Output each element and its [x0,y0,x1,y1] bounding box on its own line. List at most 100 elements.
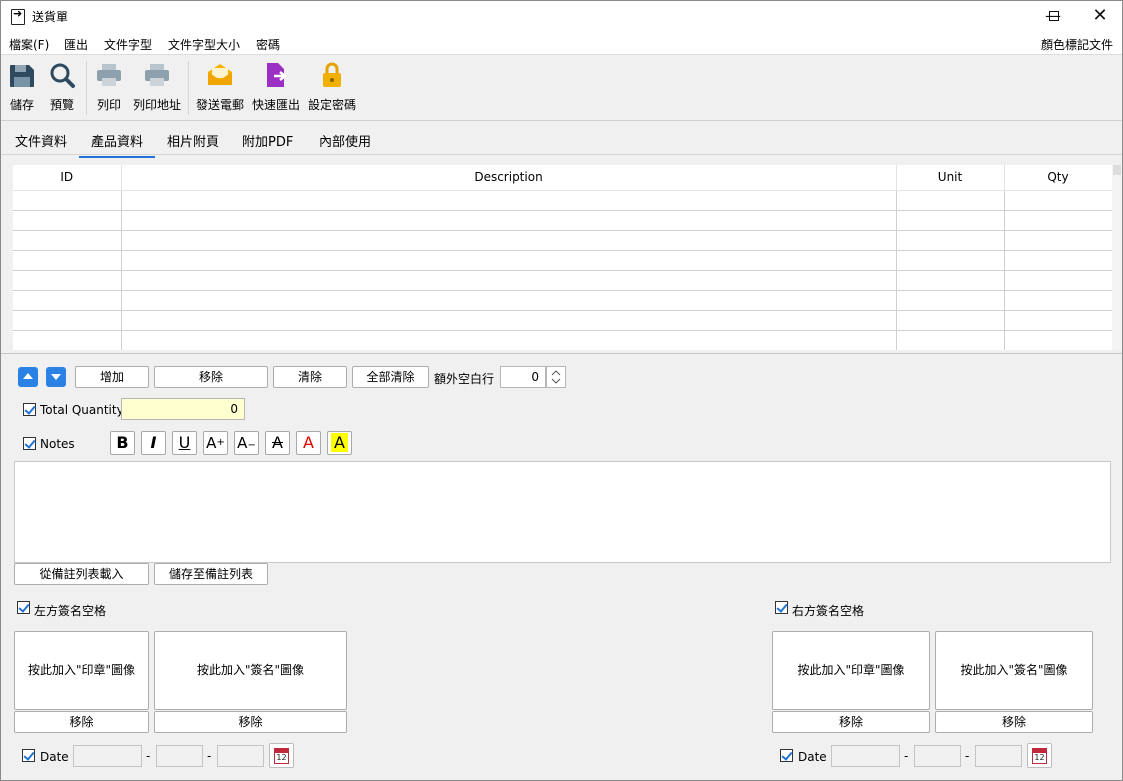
preview-label: 預覽 [49,98,74,112]
left-stamp-image-button[interactable]: 按此加入"印章"圖像 [14,631,149,710]
print-address-label: 列印地址 [132,98,181,112]
right-date-year-field[interactable] [831,745,900,767]
left-stamp-remove-button[interactable]: 移除 [14,711,149,733]
left-calendar-button[interactable]: 12 [269,743,294,768]
close-icon[interactable]: ✕ [1077,1,1123,32]
title-bar: 送貨單 — ✕ [1,1,1122,32]
clear-row-button[interactable]: 清除 [273,366,347,388]
table-row[interactable] [13,230,1112,251]
font-larger-icon[interactable]: A+ [203,431,228,455]
add-row-button[interactable]: 增加 [75,366,149,388]
left-signature-label: 左方簽名空格 [34,604,107,618]
left-date-day-field[interactable] [217,745,264,767]
calendar-day: 12 [274,752,289,764]
left-signature-checkbox[interactable] [17,601,30,614]
left-signature-remove-button[interactable]: 移除 [154,711,347,733]
left-date-year-field[interactable] [73,745,142,767]
table-row[interactable] [13,310,1112,331]
menu-export[interactable]: 匯出 [64,36,88,53]
send-email-label: 發送電郵 [195,98,244,112]
highlight-icon[interactable]: A [327,431,352,455]
move-down-button[interactable] [46,367,66,387]
save-button[interactable]: 儲存 [4,55,40,119]
tab-internal-use[interactable]: 內部使用 [315,131,375,150]
total-quantity-checkbox[interactable] [23,403,36,416]
right-date-month-field[interactable] [914,745,961,767]
extra-rows-input[interactable]: 0 [500,366,546,388]
save-notes-button[interactable]: 儲存至備註列表 [154,563,268,585]
quick-export-label: 快速匯出 [251,98,300,112]
table-scrollbar[interactable] [1112,165,1122,350]
left-date-checkbox[interactable] [22,749,35,762]
table-row[interactable] [13,330,1112,350]
right-stamp-image-button[interactable]: 按此加入"印章"圖像 [772,631,930,710]
maximize-icon[interactable] [1031,1,1077,32]
tab-document-info[interactable]: 文件資料 [11,131,71,150]
column-header-unit[interactable]: Unit [896,165,1005,191]
column-header-qty[interactable]: Qty [1004,165,1112,191]
menu-color-tag[interactable]: 顏色標記文件 [1041,36,1113,53]
right-signature-checkbox[interactable] [775,601,788,614]
print-address-button[interactable]: 列印地址 [131,55,183,119]
right-signature-image-button[interactable]: 按此加入"簽名"圖像 [935,631,1093,710]
print-button[interactable]: 列印 [91,55,127,119]
left-signature-image-button[interactable]: 按此加入"簽名"圖像 [154,631,347,710]
extra-rows-stepper[interactable] [546,366,566,388]
clear-all-button[interactable]: 全部清除 [352,366,429,388]
column-header-id[interactable]: ID [13,165,122,191]
table-row[interactable] [13,190,1112,211]
quick-export-button[interactable]: 快速匯出 [250,55,302,119]
menu-bar: 檔案(F) 匯出 文件字型 文件字型大小 密碼 顏色標記文件 [1,32,1122,55]
load-notes-button[interactable]: 從備註列表載入 [14,563,149,585]
total-quantity-field[interactable]: 0 [121,398,245,420]
menu-file[interactable]: 檔案(F) [9,36,49,53]
right-signature-remove-button[interactable]: 移除 [935,711,1093,733]
save-icon [10,65,34,87]
tab-product-info[interactable]: 產品資料 [79,131,155,158]
table-row[interactable] [13,250,1112,271]
right-date-checkbox[interactable] [780,749,793,762]
right-date-day-field[interactable] [975,745,1022,767]
send-email-button[interactable]: 發送電郵 [194,55,246,119]
menu-doc-font[interactable]: 文件字型 [104,36,152,53]
set-password-label: 設定密碼 [307,98,356,112]
left-date-month-field[interactable] [156,745,203,767]
scrollbar-thumb[interactable] [1113,165,1121,175]
column-header-description[interactable]: Description [121,165,897,191]
set-password-button[interactable]: 設定密碼 [306,55,358,119]
font-smaller-icon[interactable]: A− [234,431,259,455]
arrow-down-icon [51,374,61,380]
font-color-icon[interactable]: A [296,431,321,455]
arrow-up-icon [23,373,33,379]
window-title: 送貨單 [32,10,69,24]
remove-row-button[interactable]: 移除 [154,366,268,388]
table-row[interactable] [13,210,1112,231]
right-calendar-button[interactable]: 12 [1027,743,1052,768]
preview-button[interactable]: 預覽 [44,55,80,119]
app-window: 送貨單 — ✕ 檔案(F) 匯出 文件字型 文件字型大小 密碼 顏色標記文件 儲… [0,0,1123,781]
toolbar: 儲存 預覽 列印 列印地址 發送電郵 快速匯出 設定密碼 [1,55,1122,121]
menu-doc-font-size[interactable]: 文件字型大小 [168,36,240,53]
tab-photo-pages[interactable]: 相片附頁 [163,131,223,150]
right-date-label: Date [798,750,827,764]
move-up-button[interactable] [18,367,38,387]
bold-icon[interactable]: B [110,431,135,455]
calendar-day: 12 [1032,752,1047,764]
table-row[interactable] [13,290,1112,311]
tab-attach-pdf[interactable]: 附加PDF [238,131,297,150]
quick-export-icon [267,63,288,87]
notes-label: Notes [40,437,75,451]
right-stamp-remove-button[interactable]: 移除 [772,711,930,733]
date-separator: - [904,749,909,763]
strikethrough-icon[interactable]: A [265,431,290,455]
notes-checkbox[interactable] [23,437,36,450]
menu-password[interactable]: 密碼 [256,36,280,53]
product-table: ID Description Unit Qty [13,165,1112,350]
notes-textarea[interactable] [14,461,1111,563]
underline-icon[interactable]: U [172,431,197,455]
right-signature-label: 右方簽名空格 [792,604,865,618]
table-row[interactable] [13,270,1112,291]
stepper-arrows-icon [551,370,561,384]
italic-icon[interactable]: I [141,431,166,455]
print-address-icon [145,64,169,86]
